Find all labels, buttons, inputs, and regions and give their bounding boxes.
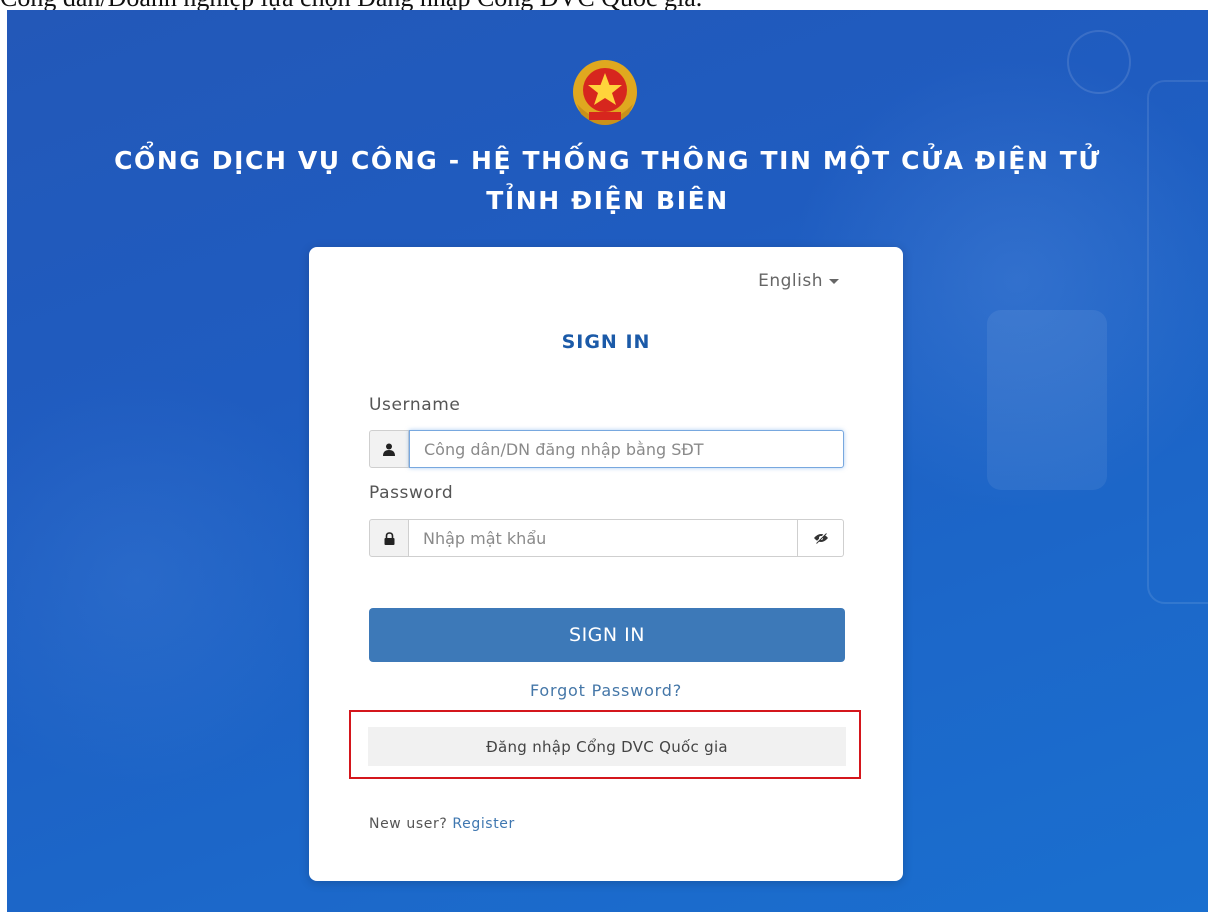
background-gear-shape <box>1067 30 1131 94</box>
signin-button[interactable]: SIGN IN <box>369 608 845 662</box>
national-emblem-icon <box>573 60 637 125</box>
signin-heading: SIGN IN <box>561 331 651 353</box>
language-label: English <box>758 271 823 291</box>
instruction-caption: Công dân/Doanh nghiệp lựa chọn Đăng nhập… <box>0 0 1208 11</box>
login-page: CỔNG DỊCH VỤ CÔNG - HỆ THỐNG THÔNG TIN M… <box>7 10 1208 912</box>
user-icon <box>369 430 409 468</box>
national-portal-login-button[interactable]: Đăng nhập Cổng DVC Quốc gia <box>368 727 846 766</box>
background-glow <box>7 370 347 790</box>
password-input[interactable] <box>409 519 798 557</box>
background-device-shape <box>987 310 1107 490</box>
login-card: English SIGN IN Username Password SIGN I… <box>309 247 903 881</box>
portal-subtitle: TỈNH ĐIỆN BIÊN <box>486 186 729 215</box>
eye-slash-icon[interactable] <box>798 519 844 557</box>
new-user-text: New user? <box>369 816 448 832</box>
portal-title: CỔNG DỊCH VỤ CÔNG - HỆ THỐNG THÔNG TIN M… <box>114 146 1101 175</box>
new-user-prompt: New user? Register <box>369 816 515 832</box>
lock-icon <box>369 519 409 557</box>
language-selector[interactable]: English <box>758 271 839 291</box>
password-label: Password <box>369 483 454 503</box>
password-input-group <box>369 519 844 557</box>
username-input[interactable] <box>409 430 844 468</box>
register-link[interactable]: Register <box>452 816 514 832</box>
username-input-group <box>369 430 844 468</box>
username-label: Username <box>369 395 461 415</box>
forgot-password-link[interactable]: Forgot Password? <box>309 681 903 700</box>
caret-down-icon <box>829 278 839 284</box>
